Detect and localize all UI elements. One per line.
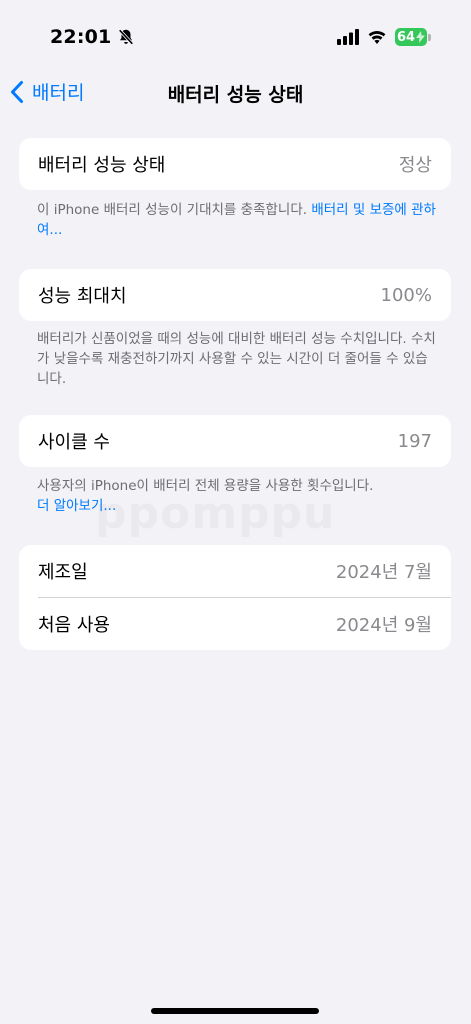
- battery-health-footnote: 이 iPhone 배터리 성능이 기대치를 충족합니다. 배터리 및 보증에 관…: [37, 200, 437, 240]
- bell-muted-icon: [119, 29, 134, 45]
- page-title: 배터리 성능 상태: [167, 84, 304, 106]
- status-indicators: 64: [337, 28, 431, 46]
- clock-label: 22:01: [50, 26, 112, 48]
- max-capacity-value: 100%: [380, 284, 432, 306]
- battery-level: 64: [397, 29, 416, 45]
- cycle-count-footnote-text: 사용자의 iPhone이 배터리 전체 용량을 사용한 횟수입니다.: [37, 478, 374, 494]
- max-capacity-row: 성능 최대치 100%: [19, 269, 451, 321]
- battery-indicator: 64: [395, 28, 431, 46]
- learn-more-link[interactable]: 더 알아보기...: [37, 498, 116, 514]
- max-capacity-footnote-text: 배터리가 신품이었을 때의 성능에 대비한 배터리 성능 수치입니다. 수치가 …: [37, 331, 436, 387]
- first-use-label: 처음 사용: [38, 615, 110, 636]
- battery-health-row: 배터리 성능 상태 정상: [19, 138, 451, 190]
- charging-bolt-icon: [416, 31, 426, 43]
- cellular-signal-icon: [337, 29, 359, 45]
- first-use-value: 2024년 9월: [335, 615, 432, 636]
- battery-health-card: 배터리 성능 상태 정상: [19, 138, 451, 190]
- dates-card: 제조일 2024년 7월 처음 사용 2024년 9월: [19, 545, 451, 650]
- cycle-count-label: 사이클 수: [38, 432, 110, 453]
- cycle-count-value: 197: [397, 430, 432, 452]
- cycle-count-footnote: 사용자의 iPhone이 배터리 전체 용량을 사용한 횟수입니다. 더 알아보…: [37, 476, 437, 516]
- status-bar: 22:01 64: [0, 0, 471, 70]
- manufacture-date-label: 제조일: [38, 562, 88, 583]
- cycle-count-card: 사이클 수 197: [19, 415, 451, 467]
- status-time: 22:01: [50, 26, 135, 48]
- manufacture-date-value: 2024년 7월: [335, 562, 432, 583]
- max-capacity-footnote: 배터리가 신품이었을 때의 성능에 대비한 배터리 성능 수치입니다. 수치가 …: [37, 329, 437, 389]
- battery-health-footnote-text: 이 iPhone 배터리 성능이 기대치를 충족합니다.: [37, 202, 312, 218]
- max-capacity-label: 성능 최대치: [38, 286, 127, 307]
- wifi-icon: [368, 30, 386, 44]
- home-indicator[interactable]: [151, 1008, 319, 1014]
- first-use-row: 처음 사용 2024년 9월: [19, 598, 451, 650]
- cycle-count-row: 사이클 수 197: [19, 415, 451, 467]
- manufacture-date-row: 제조일 2024년 7월: [19, 545, 451, 597]
- battery-health-value: 정상: [398, 155, 432, 176]
- battery-tip: [428, 33, 431, 41]
- battery-health-label: 배터리 성능 상태: [38, 155, 166, 176]
- max-capacity-card: 성능 최대치 100%: [19, 269, 451, 321]
- navigation-bar: 배터리 배터리 성능 상태: [0, 72, 471, 112]
- battery-body: 64: [395, 28, 427, 46]
